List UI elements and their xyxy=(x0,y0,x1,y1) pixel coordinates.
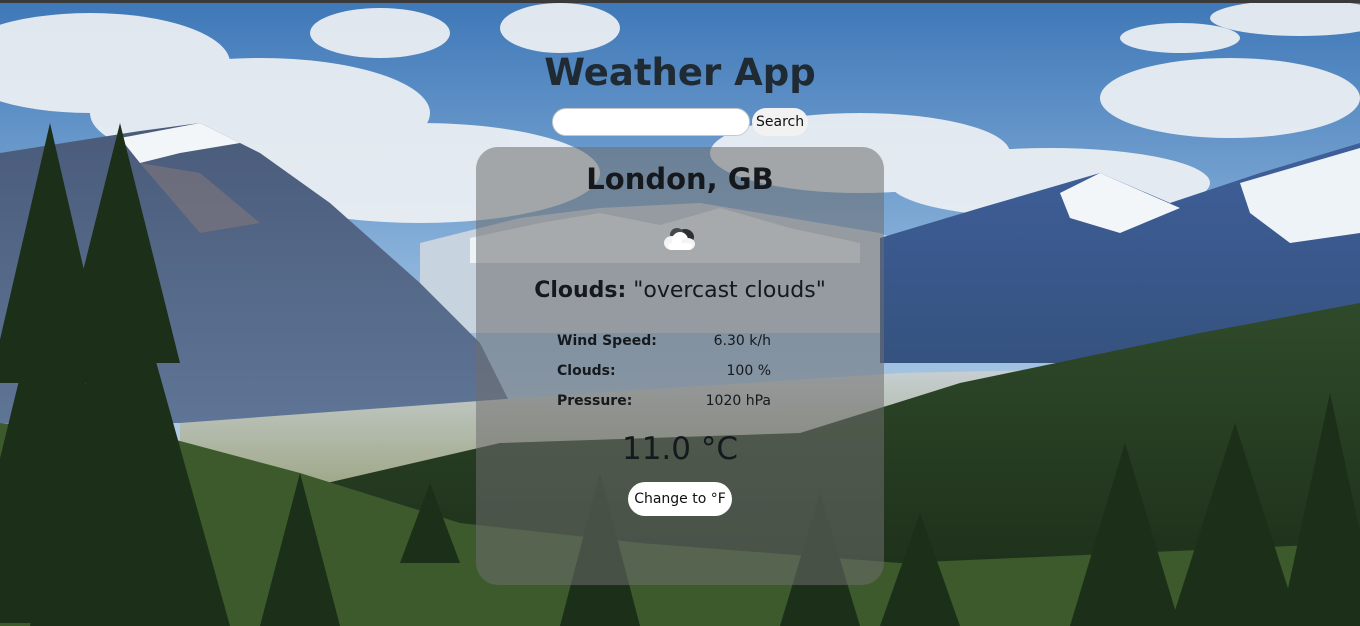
weather-stats: Wind Speed: 6.30 k/h Clouds: 100 % Press… xyxy=(557,329,771,419)
search-bar: Search xyxy=(552,107,809,137)
browser-top-edge xyxy=(0,0,1360,3)
stat-row-pressure: Pressure: 1020 hPa xyxy=(557,389,771,419)
stat-value: 1020 hPa xyxy=(705,393,771,409)
stat-label: Pressure: xyxy=(557,393,633,409)
weather-app: Weather App Search London, GB Clouds: "o… xyxy=(0,0,1360,626)
search-input[interactable] xyxy=(552,108,750,136)
weather-condition: Clouds: "overcast clouds" xyxy=(476,277,884,305)
stat-value: 100 % xyxy=(726,363,771,379)
stat-row-clouds: Clouds: 100 % xyxy=(557,359,771,389)
stat-label: Wind Speed: xyxy=(557,333,657,349)
page-title: Weather App xyxy=(544,51,816,94)
cloud-icon xyxy=(662,227,698,253)
temperature-value: 11.0 °C xyxy=(621,431,739,467)
condition-description: "overcast clouds" xyxy=(633,278,826,303)
search-button[interactable]: Search xyxy=(752,108,809,136)
city-name: London, GB xyxy=(586,162,774,196)
stat-label: Clouds: xyxy=(557,363,616,379)
stat-row-wind-speed: Wind Speed: 6.30 k/h xyxy=(557,329,771,359)
weather-card: London, GB Clouds: "overcast clouds" Win… xyxy=(476,147,884,585)
condition-label: Clouds: xyxy=(534,278,627,303)
change-unit-button[interactable]: Change to °F xyxy=(628,482,732,516)
stat-value: 6.30 k/h xyxy=(713,333,771,349)
